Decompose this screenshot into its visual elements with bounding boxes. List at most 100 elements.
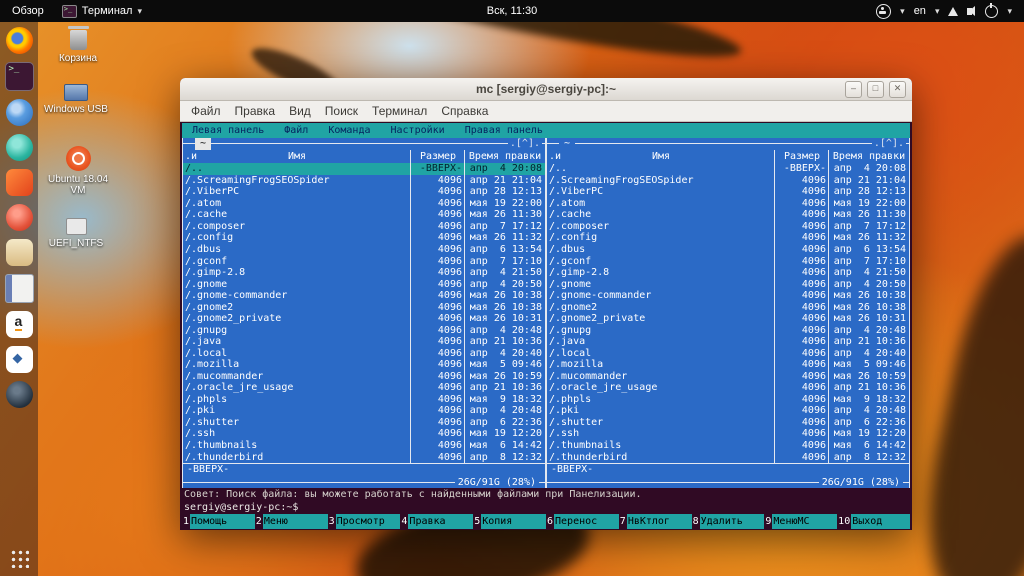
file-row[interactable]: /.local4096апр 4 20:40	[547, 348, 909, 360]
file-row[interactable]: /.ssh4096мая 19 12:20	[547, 428, 909, 440]
fkey-5[interactable]: 5Копия	[473, 514, 546, 529]
steam-icon[interactable]	[6, 381, 33, 408]
close-button[interactable]	[889, 81, 906, 98]
file-row[interactable]: /.gnome4096апр 4 20:50	[547, 278, 909, 290]
files-icon[interactable]	[6, 239, 33, 266]
file-row[interactable]: /.gnupg4096апр 4 20:48	[183, 324, 545, 336]
file-row[interactable]: /.mucommander4096мая 26 10:59	[183, 371, 545, 383]
file-row[interactable]: /.phpls4096мая 9 18:32	[183, 394, 545, 406]
amazon-icon[interactable]	[6, 311, 33, 338]
file-row[interactable]: /.composer4096апр 7 17:12	[183, 221, 545, 233]
column-header-time[interactable]: Время правки	[829, 150, 909, 163]
file-row[interactable]: /.gnome24096мая 26 10:38	[183, 301, 545, 313]
column-header-size[interactable]: Размер	[775, 150, 829, 163]
file-row[interactable]: /.thunderbird4096апр 8 12:32	[183, 451, 545, 463]
file-row[interactable]: /.ssh4096мая 19 12:20	[183, 428, 545, 440]
file-row[interactable]: /.dbus4096апр 6 13:54	[183, 244, 545, 256]
file-row[interactable]: /.ViberPC4096апр 28 12:13	[547, 186, 909, 198]
window-titlebar[interactable]: mc [sergiy@sergiy-pc]:~	[180, 78, 912, 101]
fkey-9[interactable]: 9МенюМС	[764, 514, 837, 529]
maximize-button[interactable]	[867, 81, 884, 98]
file-row[interactable]: /.mucommander4096мая 26 10:59	[547, 371, 909, 383]
desktop-icon-uefi-ntfs[interactable]: UEFI_NTFS	[44, 218, 108, 249]
app-menu-item-2[interactable]: Вид	[282, 104, 318, 118]
file-row[interactable]: /.cache4096мая 26 11:30	[547, 209, 909, 221]
app-menu-item-0[interactable]: Файл	[184, 104, 228, 118]
column-header-time[interactable]: Время правки	[465, 150, 545, 163]
mc-menu-item-1[interactable]: Файл	[274, 123, 318, 138]
firefox-icon[interactable]	[6, 27, 33, 54]
fkey-7[interactable]: 7НвКтлог	[619, 514, 692, 529]
file-row[interactable]: /.gconf4096апр 7 17:10	[183, 255, 545, 267]
file-row[interactable]: /.atom4096мая 19 22:00	[183, 198, 545, 210]
software-center-icon[interactable]	[6, 169, 33, 196]
file-row[interactable]: /.shutter4096апр 6 22:36	[547, 417, 909, 429]
fkey-8[interactable]: 8Удалить	[692, 514, 765, 529]
power-icon[interactable]	[985, 5, 998, 18]
file-row[interactable]: /.ViberPC4096апр 28 12:13	[183, 186, 545, 198]
app-menu-button[interactable]: Терминал	[62, 5, 142, 18]
app-menu-item-1[interactable]: Правка	[228, 104, 283, 118]
file-row[interactable]: /.java4096апр 21 10:36	[183, 336, 545, 348]
file-row[interactable]: /.gnome-commander4096мая 26 10:38	[183, 290, 545, 302]
clock[interactable]: Вск, 11:30	[487, 5, 537, 17]
file-row[interactable]: /.cache4096мая 26 11:30	[183, 209, 545, 221]
mc-menu-item-2[interactable]: Команда	[318, 123, 380, 138]
fkey-2[interactable]: 2Меню	[255, 514, 328, 529]
fkey-4[interactable]: 4Правка	[400, 514, 473, 529]
app-menu-item-3[interactable]: Поиск	[318, 104, 365, 118]
file-row[interactable]: /.shutter4096апр 6 22:36	[183, 417, 545, 429]
file-row[interactable]: /.phpls4096мая 9 18:32	[547, 394, 909, 406]
file-row[interactable]: /.gnome24096мая 26 10:38	[547, 301, 909, 313]
accessibility-icon[interactable]	[876, 4, 891, 19]
file-row[interactable]: /.gnome2_private4096мая 26 10:31	[547, 313, 909, 325]
file-row[interactable]: /..-ВВЕРХ-апр 4 20:08	[183, 163, 545, 175]
mc-menu-item-3[interactable]: Настройки	[381, 123, 455, 138]
file-row[interactable]: /.atom4096мая 19 22:00	[547, 198, 909, 210]
file-row[interactable]: /.gconf4096апр 7 17:10	[547, 255, 909, 267]
file-row[interactable]: /.ScreamingFrogSEOSpider4096апр 21 21:04	[183, 175, 545, 187]
file-row[interactable]: /.java4096апр 21 10:36	[547, 336, 909, 348]
browser-icon[interactable]	[6, 99, 33, 126]
file-row[interactable]: /.composer4096апр 7 17:12	[547, 221, 909, 233]
activities-button[interactable]: Обзор	[10, 5, 46, 17]
file-row[interactable]: /.oracle_jre_usage4096апр 21 10:36	[183, 382, 545, 394]
messenger-icon[interactable]	[6, 134, 33, 161]
app-menu-item-5[interactable]: Справка	[434, 104, 495, 118]
panel-corner-buttons[interactable]: .[^].	[872, 138, 906, 150]
app-menu-item-4[interactable]: Терминал	[365, 104, 434, 118]
mc-menu-item-0[interactable]: Левая панель	[182, 123, 274, 138]
file-row[interactable]: /.pki4096апр 4 20:48	[183, 405, 545, 417]
minimize-button[interactable]	[845, 81, 862, 98]
file-row[interactable]: /.oracle_jre_usage4096апр 21 10:36	[547, 382, 909, 394]
file-row[interactable]: /.mozilla4096мая 5 09:46	[183, 359, 545, 371]
file-row[interactable]: /.config4096мая 26 11:32	[547, 232, 909, 244]
media-app-icon[interactable]	[6, 204, 33, 231]
fkey-3[interactable]: 3Просмотр	[328, 514, 401, 529]
fkey-1[interactable]: 1Помощь	[182, 514, 255, 529]
file-row[interactable]: /.gimp-2.84096апр 4 21:50	[547, 267, 909, 279]
file-row[interactable]: /.gnome4096апр 4 20:50	[183, 278, 545, 290]
notes-app-icon[interactable]	[5, 274, 34, 303]
fkey-10[interactable]: 10Выход	[837, 514, 910, 529]
file-row[interactable]: /.gimp-2.84096апр 4 21:50	[183, 267, 545, 279]
keyboard-layout-indicator[interactable]: en	[914, 5, 926, 17]
desktop-icon-trash[interactable]: Корзина	[46, 30, 110, 64]
left-panel-path[interactable]: ~	[195, 138, 211, 150]
virtualbox-icon[interactable]	[6, 346, 33, 373]
file-row[interactable]: /.ScreamingFrogSEOSpider4096апр 21 21:04	[547, 175, 909, 187]
volume-icon[interactable]	[967, 8, 972, 15]
desktop-icon-windows-usb[interactable]: Windows USB	[44, 84, 108, 115]
file-row[interactable]: /..-ВВЕРХ-апр 4 20:08	[547, 163, 909, 175]
file-row[interactable]: /.pki4096апр 4 20:48	[547, 405, 909, 417]
right-panel-path[interactable]: ~	[559, 138, 575, 150]
network-icon[interactable]	[948, 7, 958, 16]
file-row[interactable]: /.dbus4096апр 6 13:54	[547, 244, 909, 256]
column-header-size[interactable]: Размер	[411, 150, 465, 163]
file-row[interactable]: /.config4096мая 26 11:32	[183, 232, 545, 244]
fkey-6[interactable]: 6Перенос	[546, 514, 619, 529]
shell-prompt[interactable]: sergiy@sergiy-pc:~$	[182, 501, 910, 514]
show-applications-icon[interactable]	[9, 548, 29, 568]
file-row[interactable]: /.thumbnails4096мая 6 14:42	[547, 440, 909, 452]
file-row[interactable]: /.thunderbird4096апр 8 12:32	[547, 451, 909, 463]
